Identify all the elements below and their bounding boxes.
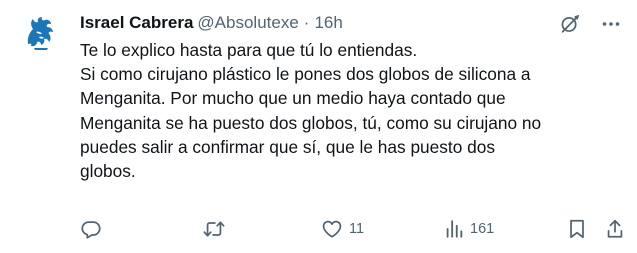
avatar[interactable]	[18, 10, 63, 55]
bookmark-button[interactable]	[567, 218, 587, 240]
grok-icon[interactable]	[559, 13, 581, 35]
tweet-action-bar: 11 161	[80, 218, 625, 242]
tweet-header: Israel Cabrera @Absolutexe · 16h	[80, 11, 343, 35]
tweet-timestamp[interactable]: 16h	[314, 13, 342, 33]
share-icon	[607, 219, 623, 238]
tweet-text: Te lo explico hasta para que tú lo entie…	[80, 38, 625, 183]
tweet-text-line: globos.	[80, 161, 136, 182]
tweet: Israel Cabrera @Absolutexe · 16h Te lo e…	[0, 0, 637, 253]
share-button[interactable]	[605, 218, 625, 240]
views-count: 161	[470, 221, 495, 237]
reply-icon	[81, 221, 101, 239]
author-handle[interactable]: @Absolutexe	[197, 13, 298, 33]
tweet-text-line: Menganita. Por mucho que un medio haya c…	[80, 88, 506, 109]
bookmark-icon	[570, 219, 584, 239]
like-button[interactable]: 11	[321, 218, 364, 240]
views-bar-chart-icon	[446, 220, 463, 238]
tweet-top-actions	[559, 13, 621, 35]
griffin-logo-icon	[18, 10, 63, 55]
separator-dot: ·	[303, 13, 310, 32]
views-button[interactable]: 161	[444, 218, 494, 240]
tweet-text-line: Si como cirujano plástico le pones dos g…	[80, 64, 531, 85]
repost-icon	[203, 221, 225, 237]
tweet-text-line: puedes salir a confirmar que sí, que le …	[80, 136, 495, 157]
repost-button[interactable]	[202, 218, 232, 240]
tweet-text-line: Te lo explico hasta para que tú lo entie…	[80, 40, 418, 60]
more-icon[interactable]	[601, 14, 621, 34]
reply-button[interactable]	[80, 218, 108, 240]
heart-icon	[322, 220, 342, 238]
like-count: 11	[349, 221, 365, 237]
tweet-text-line: Menganita se ha puesto dos globos, tú, c…	[80, 112, 542, 133]
author-display-name[interactable]: Israel Cabrera	[80, 13, 193, 33]
